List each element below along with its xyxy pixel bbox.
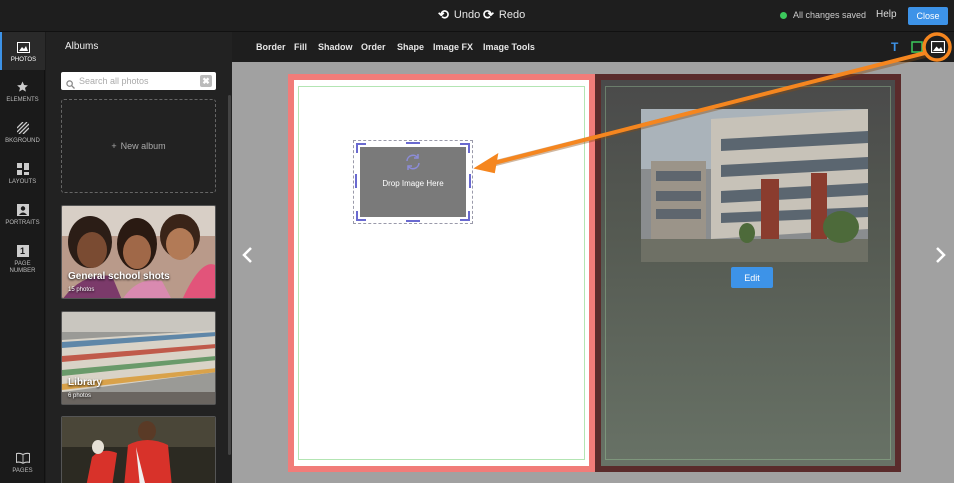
shape-tool-icon[interactable] — [911, 40, 925, 54]
star-icon — [16, 81, 30, 93]
drop-label: Drop Image Here — [382, 179, 444, 188]
left-page[interactable]: Drop Image Here — [288, 74, 595, 472]
prev-page-arrow-icon[interactable] — [242, 247, 254, 268]
tool-image-tools[interactable]: Image Tools — [483, 42, 535, 52]
album-thumbnail — [62, 206, 215, 298]
tool-shape[interactable]: Shape — [397, 42, 424, 52]
rail-label: PAGES — [12, 468, 33, 474]
panel-title: Albums — [65, 41, 99, 52]
right-page-content: Edit — [601, 80, 895, 466]
tool-shadow[interactable]: Shadow — [318, 42, 353, 52]
top-bar: ⟲ Undo ⟳ Redo All changes saved Help Clo… — [0, 0, 954, 32]
image-tool-icon[interactable] — [930, 40, 946, 54]
resize-handle[interactable] — [356, 143, 366, 153]
drop-box: Drop Image Here — [360, 147, 466, 217]
album-name: Library — [68, 377, 102, 388]
layouts-icon — [16, 163, 30, 175]
rail-label: LAYOUTS — [8, 179, 37, 185]
saved-dot-icon — [780, 11, 787, 19]
rail-item-elements[interactable]: ELEMENTS — [0, 81, 45, 104]
album-thumbnail — [62, 312, 215, 404]
tool-border[interactable]: Border — [256, 42, 286, 52]
rail-label: PAGE NUMBER — [9, 261, 36, 274]
resize-handle[interactable] — [469, 174, 471, 188]
resize-handle[interactable] — [460, 211, 470, 221]
rail-label: BKGROUND — [5, 138, 40, 144]
rail-label: PHOTOS — [10, 57, 37, 63]
edit-toolbar: Border Fill Shadow Order Shape Image FX … — [232, 32, 954, 62]
album-name: General school shots — [68, 271, 170, 282]
album-count: 15 photos — [68, 287, 95, 293]
save-status-text: All changes saved — [793, 10, 867, 20]
next-page-arrow-icon[interactable] — [934, 247, 946, 268]
search-input[interactable] — [79, 74, 191, 88]
rail-item-page-number[interactable]: 1 PAGE NUMBER — [0, 245, 45, 275]
page-number-glyph: 1 — [19, 246, 25, 256]
save-status: All changes saved — [780, 10, 866, 20]
undo-icon: ⟲ — [438, 7, 449, 22]
rail-item-background[interactable]: BKGROUND — [0, 122, 45, 145]
album-count: 6 photos — [68, 393, 92, 399]
resize-handle[interactable] — [355, 174, 357, 188]
redo-label: Redo — [498, 8, 526, 21]
resize-handle[interactable] — [406, 220, 420, 222]
redo-button[interactable]: ⟳ Redo — [483, 8, 525, 21]
school-building-photo[interactable] — [641, 109, 868, 262]
album-card[interactable] — [61, 416, 216, 483]
new-album-label: New album — [120, 141, 166, 151]
resize-handle[interactable] — [356, 211, 366, 221]
search-box: ✖ — [61, 72, 216, 90]
redo-icon: ⟳ — [483, 7, 494, 22]
tool-order[interactable]: Order — [361, 42, 386, 52]
clear-search-button[interactable]: ✖ — [200, 75, 212, 87]
background-icon — [16, 122, 30, 134]
tool-fill[interactable]: Fill — [294, 42, 307, 52]
albums-panel: Albums ✖ + New album General school shot… — [46, 32, 232, 483]
book-icon — [15, 452, 30, 464]
resize-handle[interactable] — [460, 143, 470, 153]
close-button[interactable]: Close — [908, 7, 948, 25]
album-card[interactable]: General school shots 15 photos — [61, 205, 216, 299]
text-tool-icon[interactable]: T — [891, 40, 905, 54]
rail-item-photos[interactable]: PHOTOS — [0, 32, 45, 70]
help-link[interactable]: Help — [876, 9, 897, 20]
swap-icon — [404, 153, 422, 171]
panel-scrollbar[interactable] — [228, 95, 231, 455]
search-icon — [66, 76, 75, 89]
rail-item-layouts[interactable]: LAYOUTS — [0, 163, 45, 186]
left-rail: PHOTOS ELEMENTS BKGROUND LAYOUTS PORTRAI… — [0, 32, 45, 483]
page-number-icon: 1 — [16, 245, 29, 257]
edit-photo-button[interactable]: Edit — [731, 267, 773, 288]
portrait-icon — [16, 204, 30, 216]
rail-item-portraits[interactable]: PORTRAITS — [0, 204, 45, 227]
image-drop-zone[interactable]: Drop Image Here — [353, 140, 473, 224]
new-album-button[interactable]: + New album — [61, 99, 216, 193]
left-page-content: Drop Image Here — [294, 80, 589, 466]
plus-icon: + — [111, 141, 117, 151]
photos-icon — [17, 41, 31, 53]
rail-label: PORTRAITS — [5, 220, 40, 226]
undo-button[interactable]: ⟲ Undo — [438, 8, 480, 21]
resize-handle[interactable] — [406, 142, 420, 144]
album-thumbnail — [62, 417, 215, 483]
rail-label: ELEMENTS — [6, 97, 39, 103]
rail-item-pages[interactable]: PAGES — [0, 452, 45, 475]
right-page[interactable]: Edit — [595, 74, 901, 472]
album-card[interactable]: Library 6 photos — [61, 311, 216, 405]
tool-image-fx[interactable]: Image FX — [433, 42, 473, 52]
canvas-area: Drop Image Here Edit — [232, 62, 954, 483]
undo-label: Undo — [453, 8, 481, 21]
